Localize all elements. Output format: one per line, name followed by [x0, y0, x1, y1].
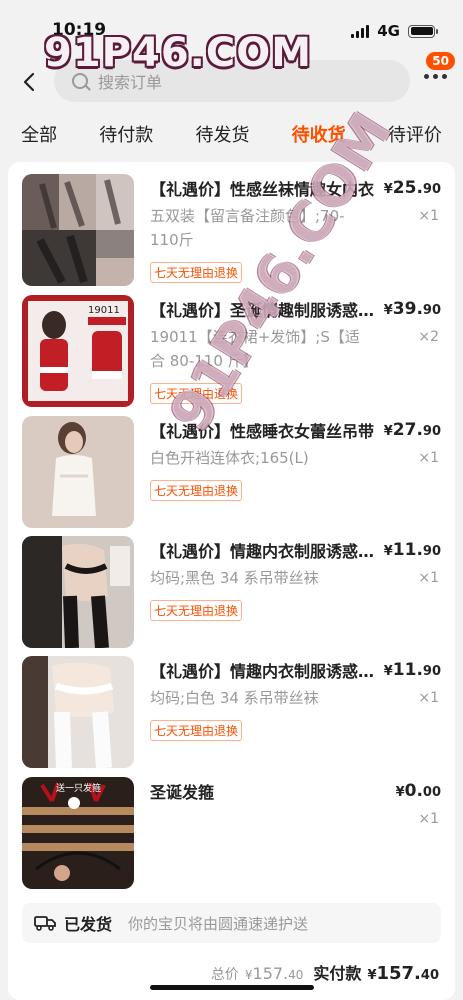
total-label: 总价 [210, 967, 239, 983]
lace-sleepwear-product-image [22, 416, 134, 528]
order-item[interactable]: 【礼遇价】情趣内衣制服诱惑套装 均码;黑色 34 系吊带丝袜 七天无理由退换 ¥… [8, 524, 455, 648]
item-quantity: ×1 [418, 450, 439, 466]
shipping-description: 你的宝贝将由圆通速递护送 [128, 914, 309, 933]
thumb-label: 送一只发箍 [56, 784, 102, 794]
item-price: ¥11.90 [383, 660, 441, 680]
item-quantity: ×1 [418, 208, 439, 224]
item-quantity: ×1 [418, 811, 439, 827]
item-sku: 均码;黑色 34 系吊带丝袜 [150, 569, 319, 587]
order-item[interactable]: 送一只发箍 圣诞发箍 ¥0.00 ×1 [8, 765, 455, 889]
item-price: ¥39.90 [383, 299, 441, 319]
white-garter-product-image [22, 656, 134, 768]
item-title[interactable]: 【礼遇价】圣诞情趣制服诱惑套装 [150, 297, 382, 321]
order-tabs: 全部 待付款 待发货 待收货 待评价 [0, 116, 463, 160]
dot-icon [433, 74, 438, 79]
dot-icon [424, 74, 429, 79]
status-icons: 4G [351, 22, 438, 40]
order-totals: 总价 ¥157.40 实付款 ¥157.40 [211, 960, 439, 984]
dot-icon [442, 74, 447, 79]
battery-icon [408, 24, 438, 38]
shipping-status-bar[interactable]: 已发货 你的宝贝将由圆通速递护送 [22, 903, 441, 943]
watermark-logo: 91P46.COM [44, 30, 313, 76]
return-policy-tag: 七天无理由退换 [150, 480, 243, 501]
item-title[interactable]: 【礼遇价】情趣内衣制服诱惑套装 [150, 658, 382, 682]
product-thumbnail[interactable]: 19011 [22, 295, 134, 407]
paid-amount: ¥157.40 [367, 963, 439, 984]
order-item[interactable]: 【礼遇价】性感丝袜情趣女内衣 五双装【留言备注颜色】;70-110斤 七天无理由… [8, 162, 455, 286]
stockings-product-image [22, 174, 134, 286]
order-card[interactable]: 【礼遇价】性感丝袜情趣女内衣 五双装【留言备注颜色】;70-110斤 七天无理由… [8, 162, 455, 1000]
item-title[interactable]: 圣诞发箍 [150, 779, 382, 803]
item-price: ¥11.90 [383, 540, 441, 560]
shipping-status: 已发货 [64, 915, 113, 934]
product-thumbnail[interactable] [22, 416, 134, 528]
item-quantity: ×1 [418, 690, 439, 706]
product-thumbnail[interactable] [22, 174, 134, 286]
item-price: ¥25.90 [383, 178, 441, 198]
item-sku: 五双装【留言备注颜色】;70-110斤 [150, 207, 345, 249]
item-sku: 均码;白色 34 系吊带丝袜 [150, 689, 319, 707]
tab-pending-payment[interactable]: 待付款 [99, 121, 153, 155]
order-item[interactable]: 19011 【礼遇价】圣诞情趣制服诱惑套装 19011【连衣裙+发饰】;S【适合… [8, 283, 455, 407]
return-policy-tag: 七天无理由退换 [150, 262, 243, 283]
item-title[interactable]: 【礼遇价】性感丝袜情趣女内衣 [150, 176, 382, 200]
tab-pending-review[interactable]: 待评价 [388, 121, 442, 155]
item-sku: 19011【连衣裙+发饰】;S【适合 80-110 斤】 [150, 328, 360, 370]
item-quantity: ×2 [418, 329, 439, 345]
truck-icon [34, 916, 56, 931]
item-price: ¥27.90 [383, 420, 441, 440]
return-policy-tag: 七天无理由退换 [150, 720, 243, 741]
item-title[interactable]: 【礼遇价】情趣内衣制服诱惑套装 [150, 538, 382, 562]
black-garter-product-image [22, 536, 134, 648]
tab-pending-shipment[interactable]: 待发货 [195, 121, 249, 155]
tab-all[interactable]: 全部 [21, 121, 57, 155]
home-indicator[interactable] [150, 985, 314, 990]
order-item[interactable]: 【礼遇价】性感睡衣女蕾丝吊带 白色开裆连体衣;165(L) 七天无理由退换 ¥2… [8, 404, 455, 528]
product-thumbnail[interactable] [22, 656, 134, 768]
product-thumbnail[interactable] [22, 536, 134, 648]
product-thumbnail[interactable]: 送一只发箍 [22, 777, 134, 889]
item-sku: 白色开裆连体衣;165(L) [150, 449, 309, 467]
signal-icon [351, 24, 370, 38]
message-badge: 50 [426, 52, 455, 70]
item-title[interactable]: 【礼遇价】性感睡衣女蕾丝吊带 [150, 418, 382, 442]
network-label: 4G [377, 22, 400, 40]
more-button[interactable] [424, 74, 447, 79]
item-quantity: ×1 [418, 570, 439, 586]
order-item[interactable]: 【礼遇价】情趣内衣制服诱惑套装 均码;白色 34 系吊带丝袜 七天无理由退换 ¥… [8, 644, 455, 768]
tab-pending-receipt[interactable]: 待收货 [292, 121, 346, 155]
chevron-left-icon [23, 72, 35, 92]
item-price: ¥0.00 [395, 781, 441, 801]
thumb-label: 19011 [88, 305, 120, 316]
paid-label: 实付款 [313, 964, 362, 983]
total-price: ¥157.40 [244, 964, 304, 983]
back-button[interactable] [18, 70, 42, 94]
return-policy-tag: 七天无理由退换 [150, 600, 243, 621]
return-policy-tag: 七天无理由退换 [150, 383, 243, 404]
